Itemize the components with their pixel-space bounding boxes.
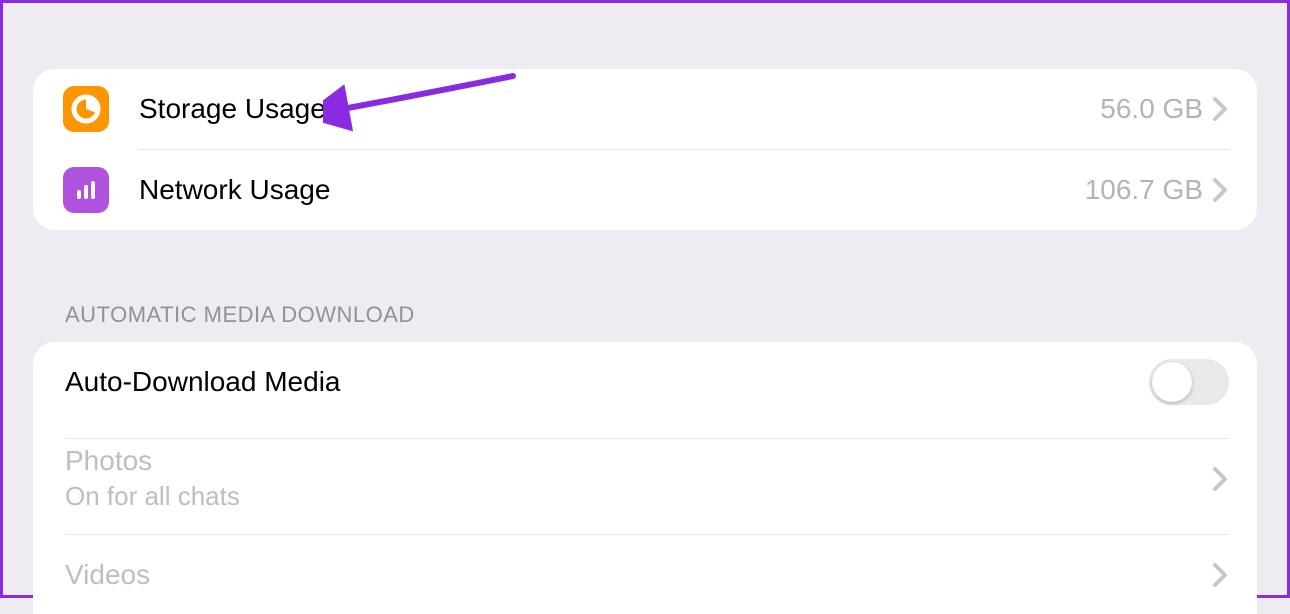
storage-usage-row[interactable]: Storage Usage 56.0 GB xyxy=(33,69,1257,149)
automatic-media-download-header: AUTOMATIC MEDIA DOWNLOAD xyxy=(65,302,1225,328)
network-usage-label: Network Usage xyxy=(139,174,330,206)
network-icon xyxy=(63,167,109,213)
chevron-right-icon xyxy=(1211,465,1229,493)
photos-row[interactable]: Photos On for all chats xyxy=(33,422,1257,534)
videos-label: Videos xyxy=(65,559,150,591)
photos-sublabel: On for all chats xyxy=(65,481,240,512)
usage-card: Storage Usage 56.0 GB Network Usage 106.… xyxy=(33,69,1257,230)
network-usage-row[interactable]: Network Usage 106.7 GB xyxy=(33,150,1257,230)
auto-download-media-label: Auto-Download Media xyxy=(65,366,341,398)
auto-download-media-row[interactable]: Auto-Download Media xyxy=(33,342,1257,422)
storage-icon xyxy=(63,86,109,132)
photos-label: Photos xyxy=(65,445,240,477)
storage-usage-value: 56.0 GB xyxy=(1100,93,1203,125)
chevron-right-icon xyxy=(1211,95,1229,123)
chevron-right-icon xyxy=(1211,176,1229,204)
videos-row[interactable]: Videos xyxy=(33,534,1257,614)
chevron-right-icon xyxy=(1211,561,1229,589)
toggle-knob xyxy=(1152,362,1192,402)
auto-download-media-toggle[interactable] xyxy=(1149,359,1229,405)
storage-usage-label: Storage Usage xyxy=(139,93,326,125)
auto-download-card: Auto-Download Media Photos On for all ch… xyxy=(33,342,1257,614)
network-usage-value: 106.7 GB xyxy=(1085,174,1203,206)
